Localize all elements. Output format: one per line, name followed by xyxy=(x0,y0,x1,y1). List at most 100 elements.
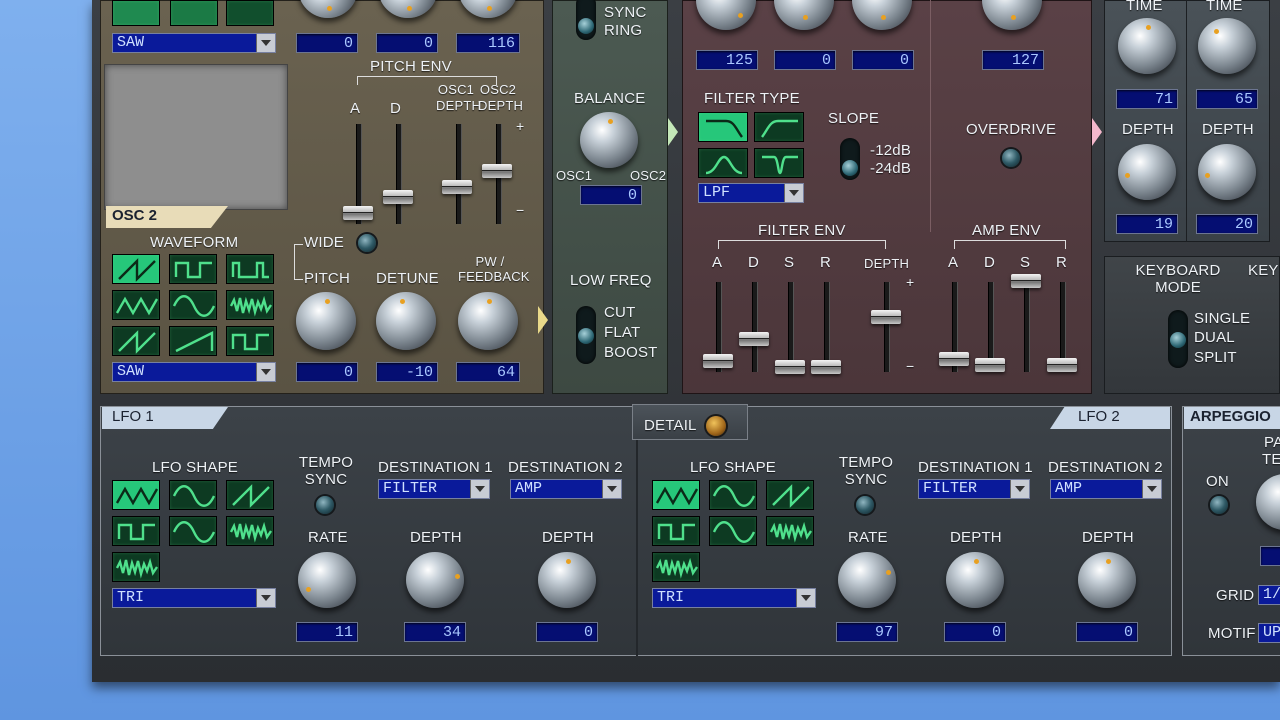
lfo1-depth2-value: 0 xyxy=(536,622,598,642)
lfo1-depth2-knob[interactable] xyxy=(538,552,596,608)
lfo2-depth2-knob[interactable] xyxy=(1078,552,1136,608)
effects-time-2-value: 65 xyxy=(1196,89,1258,109)
lfo2-tempo-sync-button[interactable] xyxy=(856,496,874,514)
filter-button-4[interactable] xyxy=(754,148,804,178)
osc2-pitch-knob[interactable] xyxy=(296,292,356,350)
lfo1-dest1-select[interactable]: FILTER xyxy=(378,479,490,499)
filter-type-label: FILTER TYPE xyxy=(704,90,800,107)
effects-time-1-knob[interactable] xyxy=(1118,18,1176,74)
lfo1-button-7[interactable] xyxy=(112,552,160,582)
amp-env-s-slider[interactable] xyxy=(1011,274,1041,288)
filter-env-s-slider[interactable] xyxy=(775,360,805,374)
lfo2-button-2[interactable] xyxy=(709,480,757,510)
lfo1-button-5[interactable] xyxy=(169,516,217,546)
pitch-env-d-slider[interactable] xyxy=(383,190,413,204)
lfo1-button-2[interactable] xyxy=(169,480,217,510)
filter-env-r-label: R xyxy=(820,254,832,271)
lfo1-shape-select[interactable]: TRI xyxy=(112,588,276,608)
osc2-detune-knob[interactable] xyxy=(376,292,436,350)
filter-env-r-slider[interactable] xyxy=(811,360,841,374)
lfo1-dest2-select[interactable]: AMP xyxy=(510,479,622,499)
effects-time-1-label: TIME xyxy=(1126,0,1163,14)
filter-env-a-slider[interactable] xyxy=(703,354,733,368)
overdrive-knob[interactable] xyxy=(1002,149,1020,167)
filter-value-1: 125 xyxy=(696,50,758,70)
lfo1-button-1[interactable] xyxy=(112,480,160,510)
lfo2-button-4[interactable] xyxy=(652,516,700,546)
pitch-env-osc1-depth-slider[interactable] xyxy=(442,180,472,194)
osc2-button-2[interactable] xyxy=(169,254,217,284)
osc2-wide-bracket xyxy=(294,244,303,280)
osc2-button-4[interactable] xyxy=(112,290,160,320)
lfo2-button-6[interactable] xyxy=(766,516,814,546)
sync-ring-switch[interactable] xyxy=(576,0,596,40)
waveform-icon xyxy=(115,296,159,316)
effects-depth-2-knob[interactable] xyxy=(1198,144,1256,200)
filter-env-depth-slider[interactable] xyxy=(871,310,901,324)
arpeggio-on-label: ON xyxy=(1206,473,1229,490)
lfo1-button-4[interactable] xyxy=(112,516,160,546)
effects-depth-1-knob[interactable] xyxy=(1118,144,1176,200)
lfo2-rate-knob[interactable] xyxy=(838,552,896,608)
amp-env-d-slider[interactable] xyxy=(975,358,1005,372)
arpeggio-grid-label: GRID xyxy=(1216,587,1255,604)
lfo2-dest1-select[interactable]: FILTER xyxy=(918,479,1030,499)
waveform-icon xyxy=(172,521,216,543)
filter-type-select[interactable]: LPF xyxy=(698,183,804,203)
filter-button-3[interactable] xyxy=(698,148,748,178)
low-freq-switch[interactable] xyxy=(576,306,596,364)
arpeggio-motif-select[interactable]: UP xyxy=(1258,623,1280,643)
lfo2-depth1-knob[interactable] xyxy=(946,552,1004,608)
lfo2-shape-select[interactable]: TRI xyxy=(652,588,816,608)
waveform-icon xyxy=(231,261,269,279)
filter-env-minus: − xyxy=(906,358,915,374)
mixer-balance-knob[interactable] xyxy=(580,112,638,168)
amp-env-r-label: R xyxy=(1056,254,1068,271)
osc1-value-2: 0 xyxy=(376,33,438,53)
lfo2-button-1[interactable] xyxy=(652,480,700,510)
waveform-icon xyxy=(769,521,812,543)
amp-env-r-slider[interactable] xyxy=(1047,358,1077,372)
osc2-pw-feedback-knob[interactable] xyxy=(458,292,518,350)
osc1-waveform-button-1[interactable] xyxy=(112,0,160,26)
detail-button[interactable] xyxy=(706,416,726,436)
keyboard-mode-switch[interactable] xyxy=(1168,310,1188,368)
lfo2-button-5[interactable] xyxy=(709,516,757,546)
osc2-button-9[interactable] xyxy=(226,326,274,356)
osc2-button-3[interactable] xyxy=(226,254,274,284)
osc1-waveform-button-2[interactable] xyxy=(170,0,218,26)
arpeggio-on-button[interactable] xyxy=(1210,496,1228,514)
amp-env-a-slider[interactable] xyxy=(939,352,969,366)
lfo1-depth1-knob[interactable] xyxy=(406,552,464,608)
lfo2-button-3[interactable] xyxy=(766,480,814,510)
lfo1-button-6[interactable] xyxy=(226,516,274,546)
arpeggio-grid-select[interactable]: 1/ xyxy=(1258,585,1280,605)
lfo1-tempo-sync-button[interactable] xyxy=(316,496,334,514)
osc2-button-8[interactable] xyxy=(169,326,217,356)
filter-slope-switch[interactable] xyxy=(840,138,860,180)
osc2-button-5[interactable] xyxy=(169,290,217,320)
filter-env-d-slider[interactable] xyxy=(739,332,769,346)
osc2-detune-label: DETUNE xyxy=(376,270,439,287)
lfo1-rate-knob[interactable] xyxy=(298,552,356,608)
osc2-button-7[interactable] xyxy=(112,326,160,356)
pitch-env-minus: − xyxy=(516,202,525,218)
lfo2-dest2-select[interactable]: AMP xyxy=(1050,479,1162,499)
osc1-waveform-button-3[interactable] xyxy=(226,0,274,26)
effects-time-2-knob[interactable] xyxy=(1198,18,1256,74)
pitch-env-a-slider[interactable] xyxy=(343,206,373,220)
lfo2-button-7[interactable] xyxy=(652,552,700,582)
filter-button-2[interactable] xyxy=(754,112,804,142)
effects-divider xyxy=(1186,0,1187,242)
pitch-env-osc2-depth-slider[interactable] xyxy=(482,164,512,178)
filter-button-1[interactable] xyxy=(698,112,748,142)
osc2-wide-toggle[interactable] xyxy=(358,234,376,252)
lfo1-button-3[interactable] xyxy=(226,480,274,510)
osc2-button-1[interactable] xyxy=(112,254,160,284)
osc1-waveform-select[interactable]: SAW xyxy=(112,33,276,53)
lfo1-depth1-label: DEPTH xyxy=(410,529,462,546)
filter-value-2: 0 xyxy=(774,50,836,70)
osc2-waveform-select[interactable]: SAW xyxy=(112,362,276,382)
osc2-button-6[interactable] xyxy=(226,290,274,320)
osc2-waveform-label: WAVEFORM xyxy=(150,234,239,251)
